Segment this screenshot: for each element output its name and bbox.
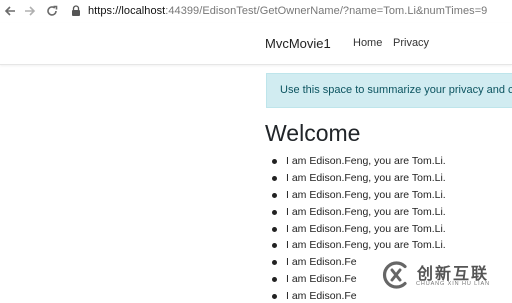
reload-icon[interactable] xyxy=(43,2,61,20)
list-item: I am Edison.Feng, you are Tom.Li. xyxy=(266,206,512,223)
list-item: I am Edison.Feng, you are Tom.Li. xyxy=(266,172,512,189)
site-header: MvcMovie1 Home Privacy xyxy=(0,23,512,65)
watermark-subtitle: CHUANG XIN HU LIAN xyxy=(416,281,490,287)
nav-privacy-link[interactable]: Privacy xyxy=(393,37,429,49)
lock-icon[interactable] xyxy=(71,5,81,17)
address-bar[interactable]: https://localhost:44399/EdisonTest/GetOw… xyxy=(88,4,487,18)
url-path: :44399/EdisonTest/GetOwnerName/?name=Tom… xyxy=(165,5,488,17)
browser-toolbar: https://localhost:44399/EdisonTest/GetOw… xyxy=(0,0,512,23)
list-item: I am Edison.Feng, you are Tom.Li. xyxy=(266,189,512,206)
cookie-consent-banner: Use this space to summarize your privacy… xyxy=(266,73,512,108)
list-item: I am Edison.Feng, you are Tom.Li. xyxy=(266,223,512,240)
watermark: 创新互联 CHUANG XIN HU LIAN xyxy=(363,250,512,303)
back-icon[interactable] xyxy=(1,2,19,20)
forward-icon[interactable] xyxy=(21,2,39,20)
nav-home-link[interactable]: Home xyxy=(353,37,382,49)
watermark-logo-icon xyxy=(382,261,407,289)
brand-link[interactable]: MvcMovie1 xyxy=(265,36,331,51)
page-title: Welcome xyxy=(265,120,361,146)
url-origin: https://localhost xyxy=(88,5,166,17)
list-item: I am Edison.Feng, you are Tom.Li. xyxy=(266,155,512,172)
cookie-consent-text: Use this space to summarize your privacy… xyxy=(280,84,512,96)
